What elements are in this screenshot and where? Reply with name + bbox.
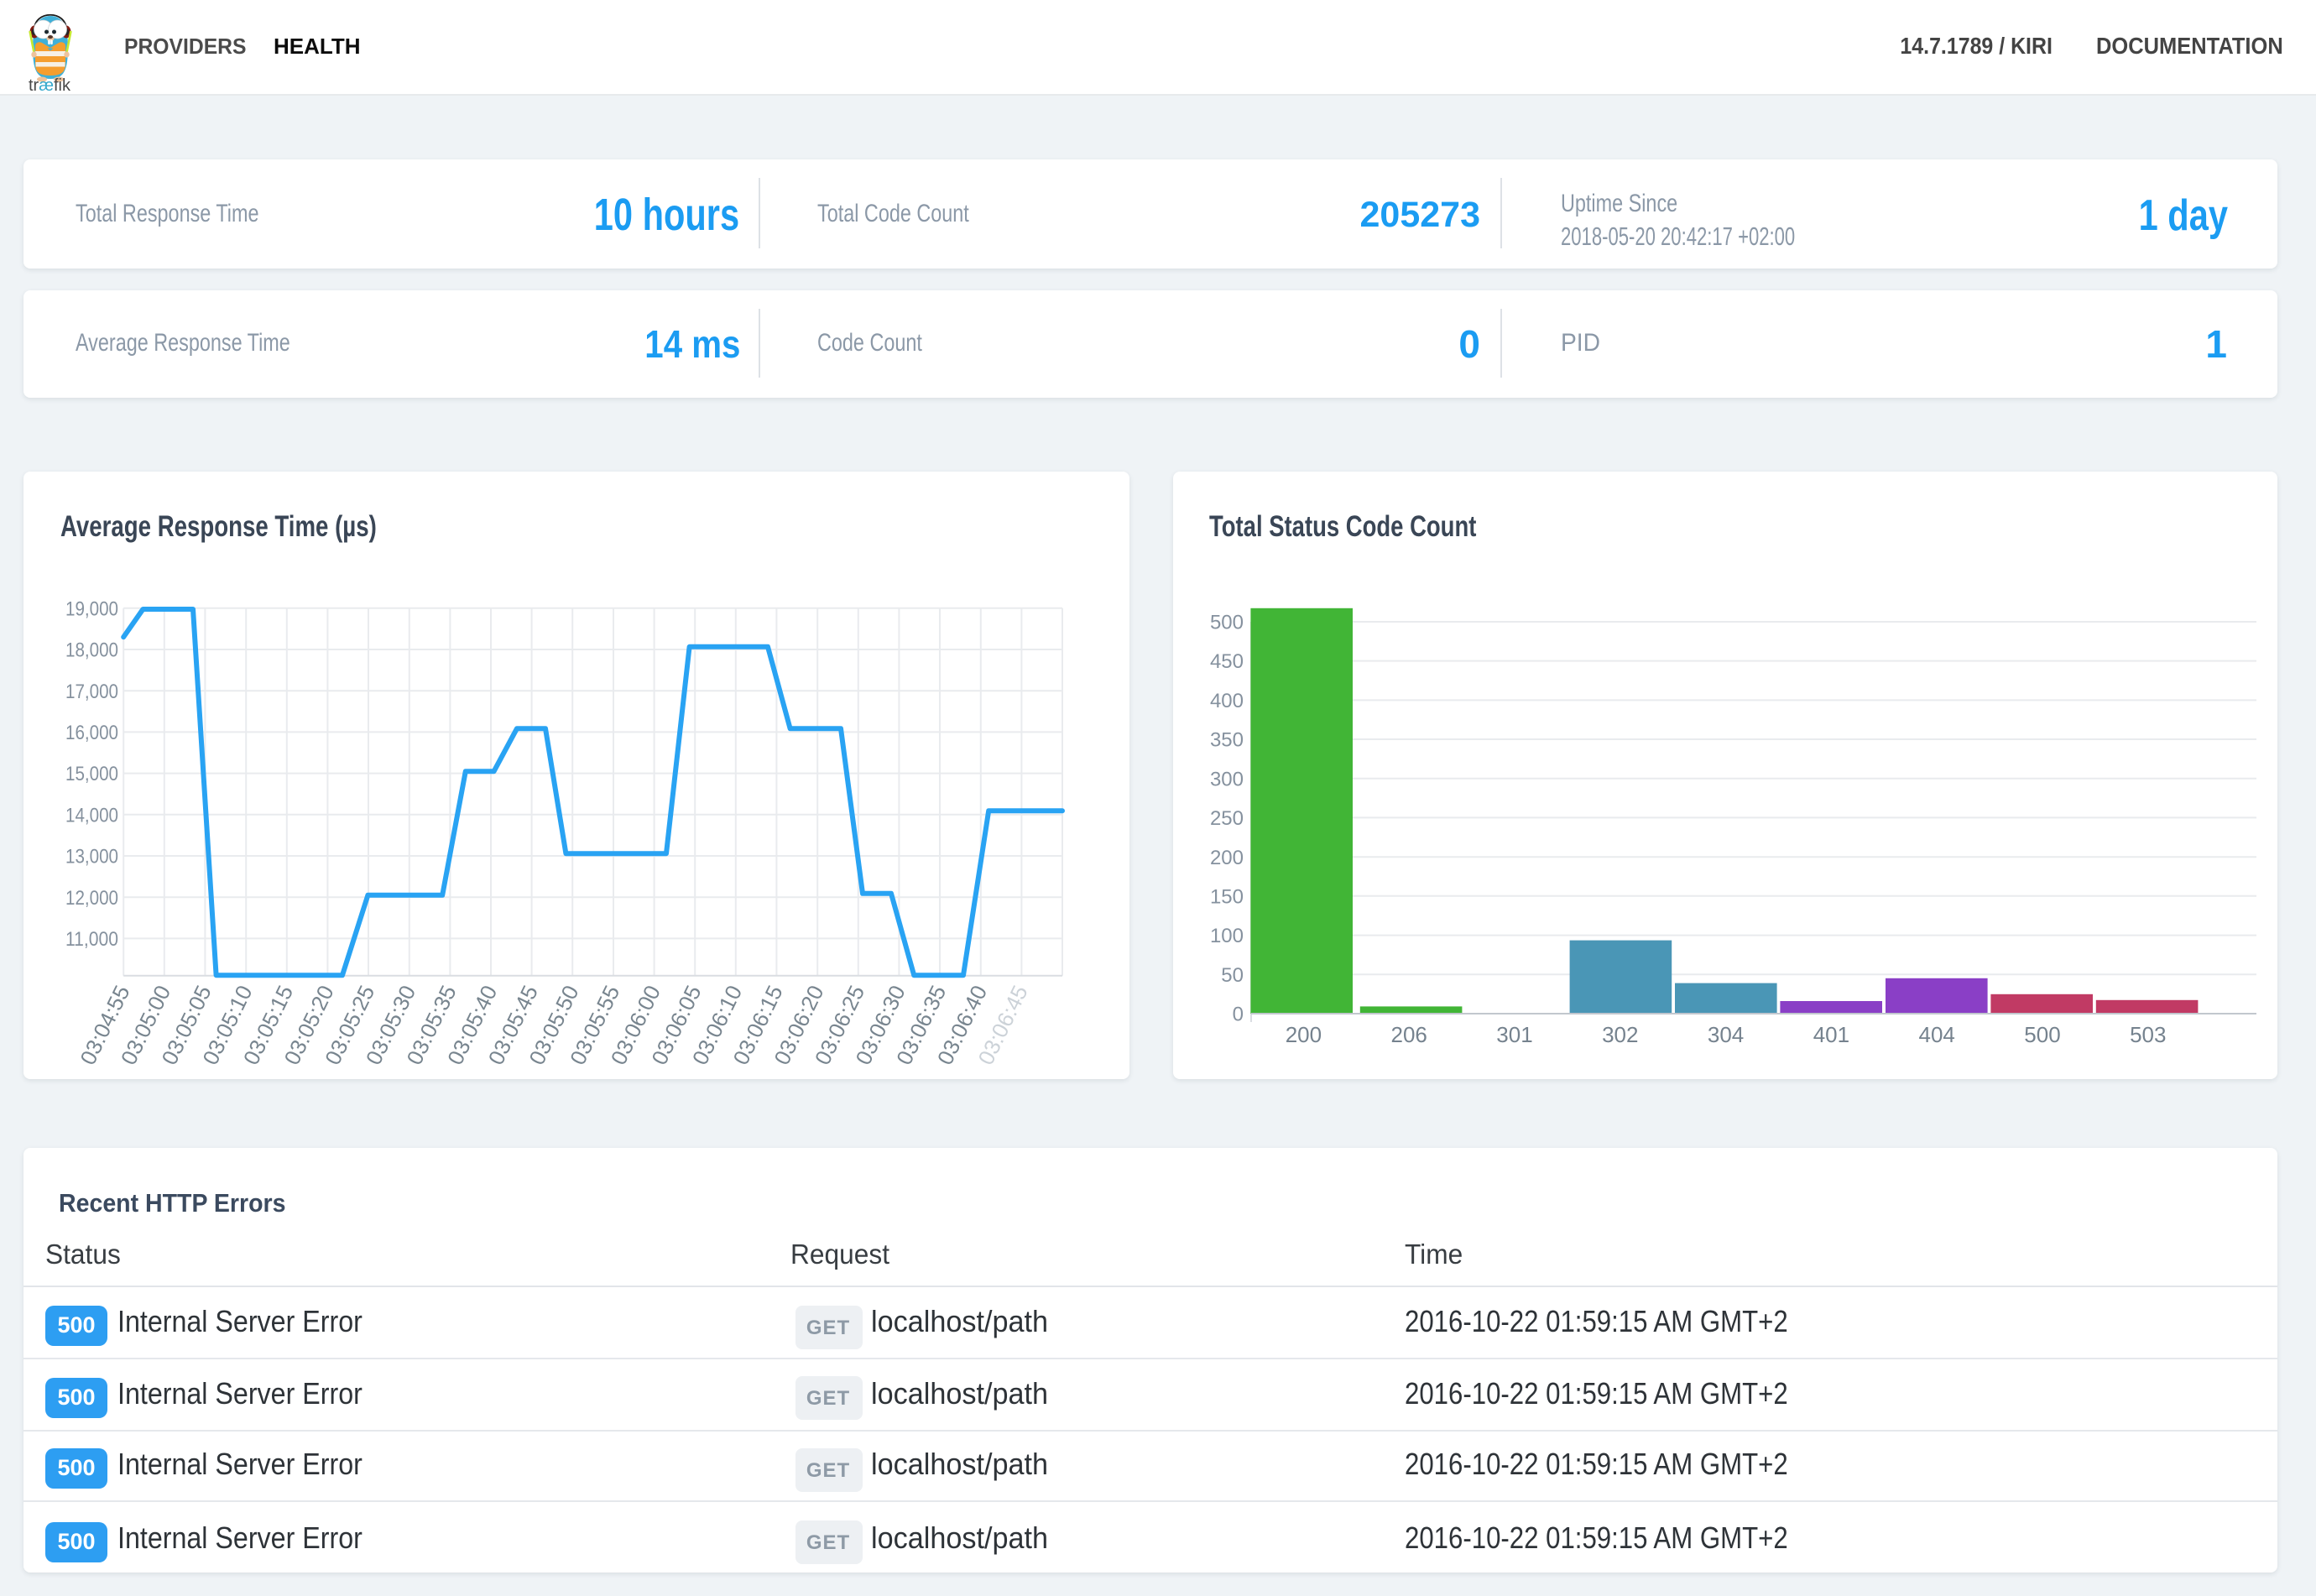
svg-text:500: 500 bbox=[2023, 1022, 2059, 1047]
svg-text:træfik: træfik bbox=[29, 76, 71, 92]
svg-text:0: 0 bbox=[1232, 1004, 1243, 1026]
svg-text:14,000: 14,000 bbox=[65, 804, 118, 827]
svg-text:450: 450 bbox=[1209, 650, 1243, 673]
svg-text:17,000: 17,000 bbox=[65, 681, 118, 703]
svg-text:Average Response Time (µs): Average Response Time (µs) bbox=[60, 509, 377, 543]
svg-text:200: 200 bbox=[1209, 847, 1243, 869]
svg-text:15,000: 15,000 bbox=[65, 763, 118, 785]
svg-text:13,000: 13,000 bbox=[65, 846, 118, 868]
svg-text:401: 401 bbox=[1813, 1022, 1849, 1047]
svg-text:404: 404 bbox=[1918, 1022, 1954, 1047]
svg-text:Total Status Code Count: Total Status Code Count bbox=[1208, 510, 1476, 543]
svg-text:350: 350 bbox=[1209, 729, 1243, 752]
svg-text:300: 300 bbox=[1209, 768, 1243, 790]
svg-text:301: 301 bbox=[1495, 1022, 1531, 1047]
svg-text:206: 206 bbox=[1390, 1022, 1427, 1047]
svg-text:11,000: 11,000 bbox=[65, 928, 118, 951]
svg-text:150: 150 bbox=[1209, 885, 1243, 908]
svg-text:16,000: 16,000 bbox=[65, 722, 118, 744]
svg-text:302: 302 bbox=[1601, 1022, 1637, 1047]
svg-text:250: 250 bbox=[1209, 807, 1243, 830]
svg-text:200: 200 bbox=[1285, 1022, 1321, 1047]
svg-text:100: 100 bbox=[1209, 925, 1243, 947]
svg-text:12,000: 12,000 bbox=[65, 887, 118, 910]
svg-text:50: 50 bbox=[1220, 964, 1243, 987]
svg-text:18,000: 18,000 bbox=[65, 639, 118, 662]
svg-text:400: 400 bbox=[1209, 690, 1243, 712]
svg-text:19,000: 19,000 bbox=[65, 597, 118, 620]
svg-text:500: 500 bbox=[1209, 612, 1243, 634]
svg-text:304: 304 bbox=[1707, 1022, 1743, 1047]
svg-text:503: 503 bbox=[2129, 1022, 2165, 1047]
